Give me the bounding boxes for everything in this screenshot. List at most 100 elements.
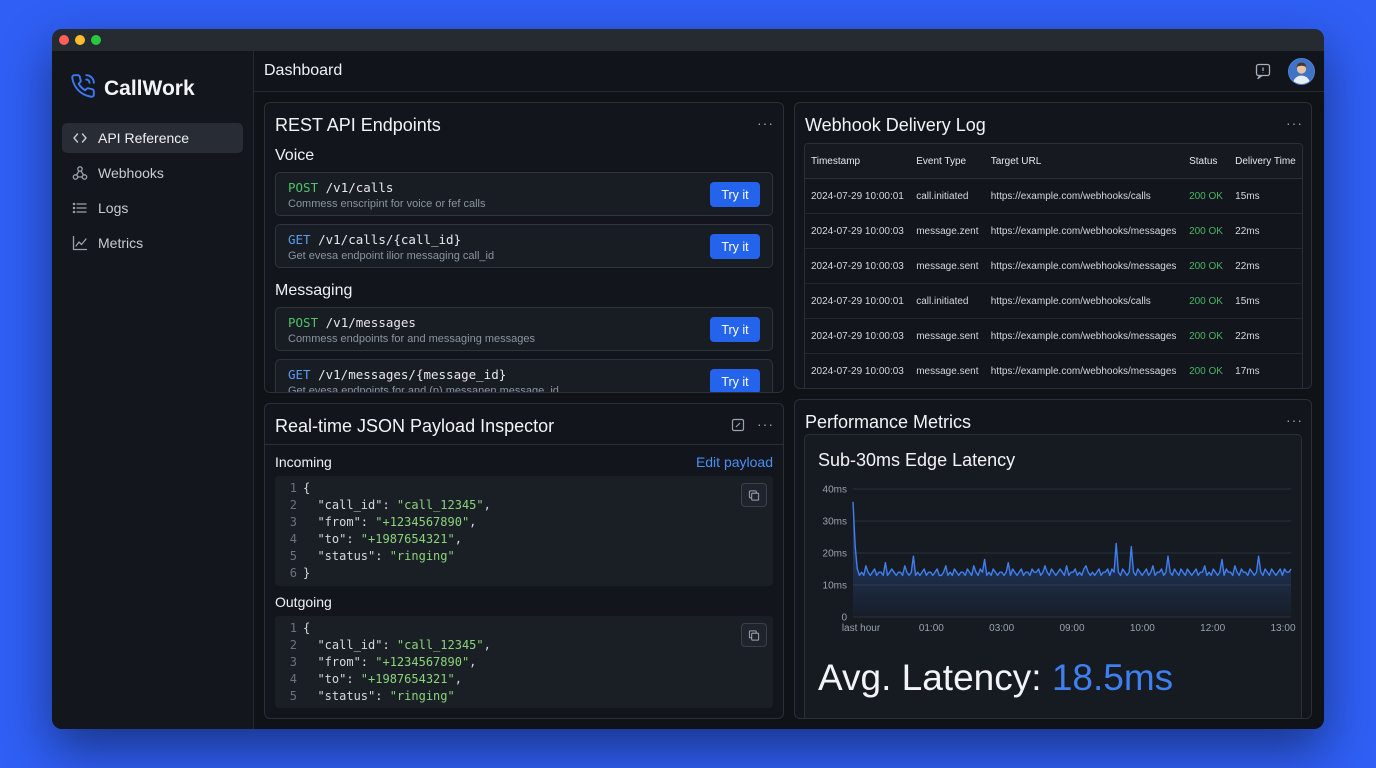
- line-number: 1: [289, 621, 297, 635]
- endpoint-card: POST /v1/messages Commess endpoints for …: [275, 307, 773, 351]
- sidebar: CallWork API Reference Webhooks Logs Met…: [52, 51, 254, 729]
- more-options-icon[interactable]: ···: [1286, 412, 1303, 428]
- code-line: 5 "status": "ringing": [275, 689, 455, 706]
- close-window-button[interactable]: [59, 35, 69, 45]
- copy-icon[interactable]: [741, 623, 767, 647]
- sidebar-item-webhooks[interactable]: Webhooks: [62, 158, 243, 188]
- cell-delivery-time: 22ms: [1229, 318, 1302, 354]
- json-value: "+1234567890": [375, 655, 470, 669]
- phone-logo-icon: [70, 73, 96, 104]
- latency-chart-card: Sub-30ms Edge Latency 0 10ms 20ms 30ms 40ms l…: [804, 434, 1302, 718]
- code-line: 2 "call_id": "call_12345",: [275, 498, 491, 515]
- cell-status: 200 OK: [1183, 318, 1230, 354]
- chart-line-icon: [72, 235, 88, 251]
- cell-timestamp: 2024-07-29 10:00:03: [805, 353, 911, 388]
- json-value: "ringing": [389, 549, 455, 563]
- column-header[interactable]: Event Type: [910, 144, 985, 179]
- cell-event-type: message.sent: [910, 248, 985, 284]
- expand-icon[interactable]: [731, 418, 745, 437]
- cell-target-url: https://example.com/webhooks/messages: [984, 353, 1184, 388]
- column-header[interactable]: Status: [1183, 144, 1230, 179]
- y-tick-label: 10ms: [823, 581, 847, 592]
- cell-status: 200 OK: [1183, 353, 1230, 388]
- endpoint-description: Commess endpoints for and messaging mess…: [288, 333, 536, 345]
- try-it-button[interactable]: Try it: [710, 317, 760, 342]
- avg-latency-value: 18.5ms: [1051, 657, 1174, 698]
- x-tick-label: 12:00: [1200, 623, 1225, 634]
- cell-delivery-time: 15ms: [1229, 178, 1302, 214]
- table-row[interactable]: 2024-07-29 10:00:03 message.sent https:/…: [805, 318, 1302, 354]
- panel-title: Performance Metrics: [805, 412, 972, 432]
- more-options-icon[interactable]: ···: [757, 416, 774, 432]
- series-area: [853, 501, 1291, 617]
- code-line: 3 "from": "+1234567890",: [275, 655, 477, 672]
- title-bar: [52, 29, 1324, 51]
- table-row[interactable]: 2024-07-29 10:00:01 call.initiated https…: [805, 283, 1302, 319]
- json-value: "+1987654321": [360, 672, 455, 686]
- table-header-row: Timestamp Event Type Target URL Status D…: [805, 144, 1302, 179]
- try-it-button[interactable]: Try it: [710, 234, 760, 259]
- sidebar-item-api-reference[interactable]: API Reference: [62, 123, 243, 153]
- endpoint-description: Get evesa endpoint ilior messaging call_…: [288, 250, 495, 262]
- code-line: 3 "from": "+1234567890",: [275, 515, 477, 532]
- table-row[interactable]: 2024-07-29 10:00:03 message.sent https:/…: [805, 248, 1302, 284]
- method-badge: POST: [288, 315, 319, 330]
- cell-target-url: https://example.com/webhooks/messages: [984, 318, 1184, 354]
- more-options-icon[interactable]: ···: [1286, 115, 1303, 131]
- sidebar-item-label: Metrics: [98, 235, 144, 251]
- avg-latency-label: Avg. Latency:: [818, 657, 1052, 698]
- table-row[interactable]: 2024-07-29 10:00:03 message.zent https:/…: [805, 213, 1302, 249]
- avg-latency: Avg. Latency: 18.5ms: [818, 657, 1173, 699]
- code-text: }: [303, 566, 311, 580]
- code-line: 1{: [275, 621, 310, 638]
- outgoing-payload-code[interactable]: 1{2 "call_id": "call_12345", 3 "from": "+…: [275, 616, 773, 708]
- cell-timestamp: 2024-07-29 10:00:01: [805, 283, 911, 319]
- json-value: "call_12345": [396, 498, 484, 512]
- cell-target-url: https://example.com/webhooks/messages: [984, 213, 1184, 249]
- cell-status: 200 OK: [1183, 283, 1230, 319]
- sidebar-item-label: Logs: [98, 200, 129, 216]
- try-it-button[interactable]: Try it: [710, 369, 760, 392]
- x-tick-label: 09:00: [1059, 623, 1084, 634]
- sidebar-item-metrics[interactable]: Metrics: [62, 228, 243, 258]
- json-key: "from":: [303, 655, 376, 669]
- code-line: 4 "to": "+1987654321",: [275, 672, 462, 689]
- cell-delivery-time: 22ms: [1229, 213, 1302, 249]
- cell-event-type: message.zent: [910, 213, 985, 249]
- code-icon: [72, 130, 88, 146]
- more-options-icon[interactable]: ···: [757, 115, 774, 131]
- try-it-button[interactable]: Try it: [710, 182, 760, 207]
- column-header[interactable]: Delivery Time: [1229, 144, 1302, 179]
- cell-event-type: message.sent: [910, 318, 985, 354]
- notification-icon[interactable]: [1254, 62, 1272, 80]
- cell-status: 200 OK: [1183, 213, 1230, 249]
- copy-icon[interactable]: [741, 483, 767, 507]
- line-number: 5: [289, 549, 297, 563]
- incoming-payload-code[interactable]: 1{2 "call_id": "call_12345", 3 "from": "+…: [275, 476, 773, 586]
- top-bar: Dashboard: [254, 51, 1324, 92]
- column-header[interactable]: Target URL: [984, 144, 1184, 179]
- code-text: {: [303, 481, 311, 495]
- brand[interactable]: CallWork: [70, 73, 195, 104]
- maximize-window-button[interactable]: [91, 35, 101, 45]
- table-row[interactable]: 2024-07-29 10:00:01 call.initiated https…: [805, 178, 1302, 214]
- endpoint-card: GET /v1/calls/{call_id} Get evesa endpoi…: [275, 224, 773, 268]
- column-header[interactable]: Timestamp: [805, 144, 911, 179]
- line-number: 4: [289, 532, 297, 546]
- endpoint-path: /v1/calls: [325, 180, 394, 195]
- cell-delivery-time: 22ms: [1229, 248, 1302, 284]
- code-line: 2 "call_id": "call_12345",: [275, 638, 491, 655]
- edit-payload-link[interactable]: Edit payload: [696, 454, 773, 470]
- json-key: "to":: [303, 532, 361, 546]
- minimize-window-button[interactable]: [75, 35, 85, 45]
- json-key: "call_id":: [303, 638, 397, 652]
- json-key: "call_id":: [303, 498, 397, 512]
- cell-target-url: https://example.com/webhooks/messages: [984, 248, 1184, 284]
- line-number: 2: [289, 498, 297, 512]
- code-text: {: [303, 621, 311, 635]
- sidebar-item-logs[interactable]: Logs: [62, 193, 243, 223]
- avatar[interactable]: [1288, 58, 1315, 85]
- code-line: 6}: [275, 566, 310, 583]
- table-row[interactable]: 2024-07-29 10:00:03 message.sent https:/…: [805, 353, 1302, 388]
- page-title: Dashboard: [264, 62, 343, 79]
